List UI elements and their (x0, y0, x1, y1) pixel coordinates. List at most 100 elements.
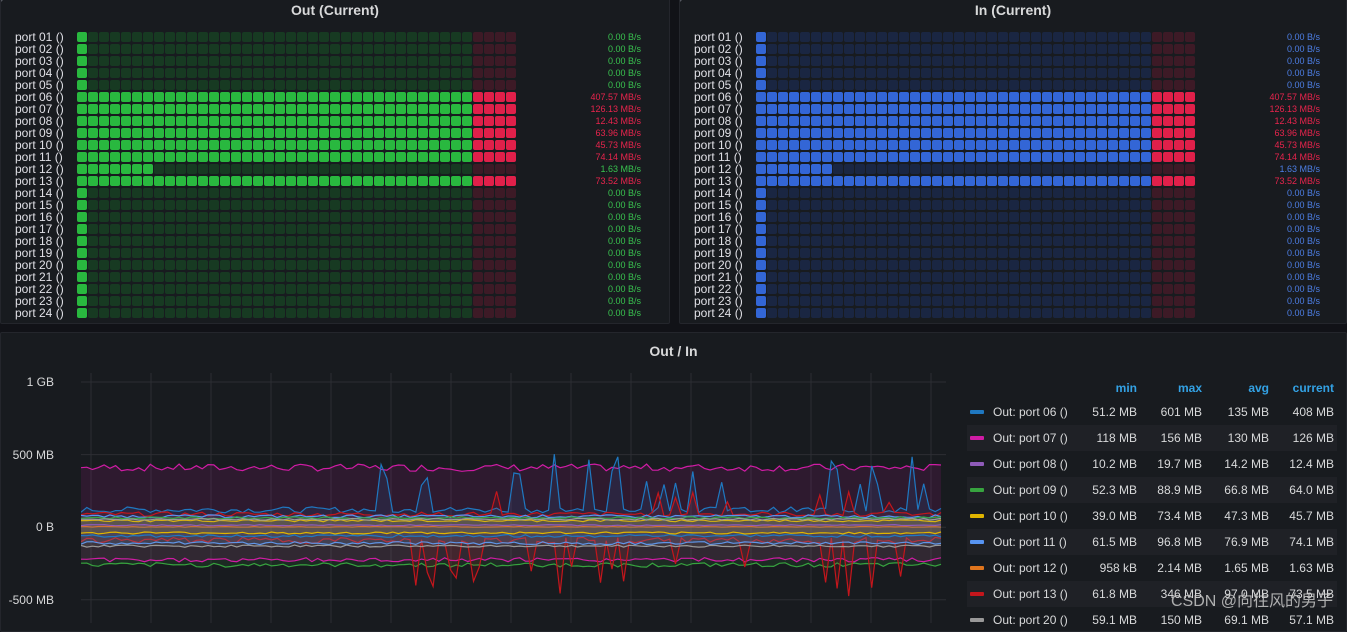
gauge-cell (1152, 92, 1162, 102)
legend-row[interactable]: Out: port 09 () 52.3 MB 88.9 MB 66.8 MB 64.0… (967, 477, 1337, 503)
gauge-cell (363, 200, 373, 210)
series-color-swatch[interactable] (970, 488, 984, 492)
panel-title[interactable]: In (Current) (680, 2, 1346, 18)
gauge-cell (209, 104, 219, 114)
gauge-cell (1031, 164, 1041, 174)
series-color-swatch[interactable] (970, 462, 984, 466)
gauge-cell (1174, 128, 1184, 138)
series-color-swatch[interactable] (970, 410, 984, 414)
gauge-cell (132, 212, 142, 222)
gauge-cell (440, 152, 450, 162)
gauge-cell (943, 296, 953, 306)
gauge-cell (866, 188, 876, 198)
gauge-cell (1064, 176, 1074, 186)
gauge-cell (407, 140, 417, 150)
gauge-cell (231, 236, 241, 246)
gauge-cell (451, 260, 461, 270)
gauge-cell (756, 152, 766, 162)
gauge-cell (1174, 164, 1184, 174)
gauge-cell (778, 164, 788, 174)
gauge-cell (77, 68, 87, 78)
gauge-cell (943, 140, 953, 150)
legend-row[interactable]: Out: port 10 () 39.0 MB 73.4 MB 47.3 MB 45.7… (967, 503, 1337, 529)
gauge-cell (121, 164, 131, 174)
series-color-swatch[interactable] (970, 592, 984, 596)
gauge-cell (921, 212, 931, 222)
gauge-cell (1020, 260, 1030, 270)
gauge-cell (176, 308, 186, 318)
gauge-cell (1042, 128, 1052, 138)
gauge-cell (822, 56, 832, 66)
gauge-cell (778, 128, 788, 138)
gauge-cell (440, 260, 450, 270)
gauge-cell (1141, 284, 1151, 294)
gauge-cell (1009, 212, 1019, 222)
gauge-cell (484, 44, 494, 54)
gauge-cell (954, 164, 964, 174)
gauge-cell (154, 92, 164, 102)
legend-row[interactable]: Out: port 08 () 10.2 MB 19.7 MB 14.2 MB 12.4… (967, 451, 1337, 477)
panel-title[interactable]: Out / In (1, 343, 1346, 359)
port-value: 0.00 B/s (1286, 56, 1320, 66)
gauge-cell (462, 104, 472, 114)
port-value: 0.00 B/s (607, 296, 641, 306)
gauge-cell (822, 248, 832, 258)
gauge-cell (811, 272, 821, 282)
gauge-cell (998, 92, 1008, 102)
gauge-cell (1031, 116, 1041, 126)
series-color-swatch[interactable] (970, 618, 984, 622)
panel-title[interactable]: Out (Current) (1, 2, 669, 18)
gauge-cell (921, 44, 931, 54)
legend-row[interactable]: Out: port 11 () 61.5 MB 96.8 MB 76.9 MB 74.1… (967, 529, 1337, 555)
gauge-cell (143, 308, 153, 318)
legend-row[interactable]: Out: port 06 () 51.2 MB 601 MB 135 MB 408 MB (967, 399, 1337, 425)
gauge-cell (231, 176, 241, 186)
gauge-cell (319, 248, 329, 258)
gauge-cell (308, 284, 318, 294)
gauge-cell (855, 92, 865, 102)
gauge-cell (319, 44, 329, 54)
series-color-swatch[interactable] (970, 540, 984, 544)
gauge-cell (1141, 116, 1151, 126)
gauge-cell (1163, 260, 1173, 270)
gauge-cell (833, 236, 843, 246)
legend-header-current[interactable]: current (1254, 381, 1334, 395)
gauge-cell (987, 212, 997, 222)
gauge-cell (253, 80, 263, 90)
gauge-cell (833, 212, 843, 222)
series-color-swatch[interactable] (970, 514, 984, 518)
gauge-cell (297, 308, 307, 318)
gauge-cell (132, 152, 142, 162)
gauge-cell (352, 248, 362, 258)
gauge-cell (385, 224, 395, 234)
gauge-cell (187, 236, 197, 246)
gauge-cell (1185, 80, 1195, 90)
legend-series-name[interactable]: Out: port 11 () (993, 535, 1067, 549)
gauge-cell (495, 152, 505, 162)
gauge-cell (341, 236, 351, 246)
gauge-cell (242, 164, 252, 174)
gauge-cell (165, 128, 175, 138)
gauge-cell (833, 176, 843, 186)
gauge-cell (778, 80, 788, 90)
series-color-swatch[interactable] (970, 436, 984, 440)
gauge-cell (110, 236, 120, 246)
gauge-cell (789, 32, 799, 42)
legend-row[interactable]: Out: port 12 () 958 kB 2.14 MB 1.65 MB 1.63 … (967, 555, 1337, 581)
gauge-cell (506, 128, 516, 138)
gauge-cell (374, 104, 384, 114)
gauge-cell (866, 140, 876, 150)
gauge-cell (1108, 200, 1118, 210)
gauge-cell (418, 176, 428, 186)
gauge-cell (473, 236, 483, 246)
gauge-cell (833, 44, 843, 54)
gauge-cell (833, 128, 843, 138)
legend-row[interactable]: Out: port 07 () 118 MB 156 MB 130 MB 126 MB (967, 425, 1337, 451)
gauge-cell (242, 128, 252, 138)
legend-current-value: 1.63 MB (1289, 561, 1334, 575)
gauge-cell (1174, 92, 1184, 102)
gauge-cell (844, 296, 854, 306)
timeseries-chart[interactable] (81, 373, 951, 623)
series-color-swatch[interactable] (970, 566, 984, 570)
gauge-cell (154, 308, 164, 318)
